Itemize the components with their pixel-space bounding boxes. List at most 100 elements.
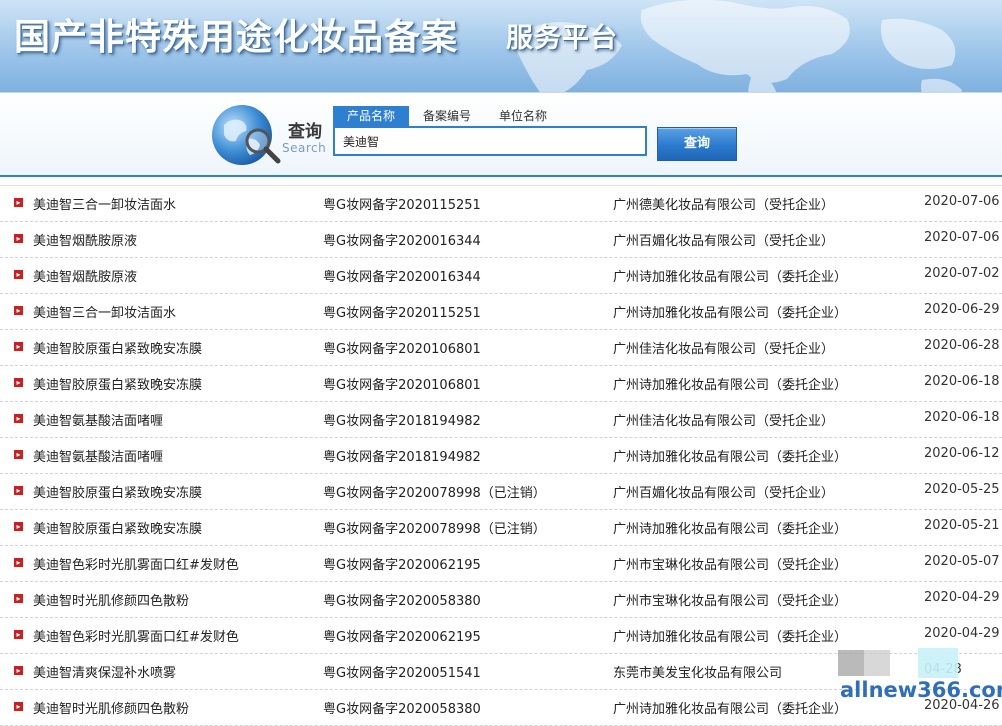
company-name-link[interactable]: 广州佳洁化妆品有限公司（受托企业）: [613, 410, 834, 429]
record-number-link[interactable]: 粤G妆网备字2020058380: [323, 698, 481, 717]
record-number-link[interactable]: 粤G妆网备字2018194982: [323, 446, 481, 465]
search-input[interactable]: [333, 126, 647, 156]
result-row: ▸ 美迪智时光肌修颜四色散粉 粤G妆网备字2020058380 广州市宝琳化妆品有限公…: [0, 582, 1002, 618]
record-date: 2020-07-02: [924, 266, 1000, 281]
tab-company-name[interactable]: 单位名称: [485, 106, 561, 126]
product-name-link[interactable]: 美迪智胶原蛋白紧致晚安冻膜: [33, 482, 202, 501]
header-banner: 国产非特殊用途化妆品备案 服务平台: [0, 0, 1002, 92]
search-label-en: Search: [282, 141, 327, 155]
arrow-bullet-icon: ▸: [14, 198, 23, 207]
record-date: 2020-07-06: [924, 230, 1000, 245]
result-row: ▸ 美迪智色彩时光肌雾面口红#发财色 粤G妆网备字2020062195 广州市宝琳化妆…: [0, 546, 1002, 582]
arrow-bullet-icon: ▸: [14, 594, 23, 603]
record-number-link[interactable]: 粤G妆网备字2020062195: [323, 554, 481, 573]
record-number-link[interactable]: 粤G妆网备字2020058380: [323, 590, 481, 609]
record-number-link[interactable]: 粤G妆网备字2020106801: [323, 338, 481, 357]
result-row: ▸ 美迪智胶原蛋白紧致晚安冻膜 粤G妆网备字2020078998（已注销） 广州诗加雅…: [0, 510, 1002, 546]
product-name-link[interactable]: 美迪智烟酰胺原液: [33, 230, 137, 249]
company-name-link[interactable]: 广州百媚化妆品有限公司（受托企业）: [613, 230, 834, 249]
arrow-bullet-icon: ▸: [14, 378, 23, 387]
result-row: ▸ 美迪智三合一卸妆洁面水 粤G妆网备字2020115251 广州德美化妆品有限公司（…: [0, 185, 1002, 222]
arrow-bullet-icon: ▸: [14, 522, 23, 531]
product-name-link[interactable]: 美迪智色彩时光肌雾面口红#发财色: [33, 554, 239, 573]
company-name-link[interactable]: 广州诗加雅化妆品有限公司（委托企业）: [613, 302, 847, 321]
record-date: 2020-05-21: [924, 518, 1000, 533]
arrow-bullet-icon: ▸: [14, 630, 23, 639]
watermark-block: [864, 650, 890, 676]
product-name-link[interactable]: 美迪智氨基酸洁面啫喱: [33, 446, 163, 465]
arrow-bullet-icon: ▸: [14, 486, 23, 495]
record-date: 2020-06-18: [924, 410, 1000, 425]
search-label: 查询: [288, 122, 322, 142]
record-number-link[interactable]: 粤G妆网备字2020078998（已注销）: [323, 482, 546, 501]
record-date: 2020-06-12: [924, 446, 1000, 461]
record-number-link[interactable]: 粤G妆网备字2018194982: [323, 410, 481, 429]
tab-record-number[interactable]: 备案编号: [409, 106, 485, 126]
arrow-bullet-icon: ▸: [14, 342, 23, 351]
arrow-bullet-icon: ▸: [14, 666, 23, 675]
watermark: allnew366.com: [794, 648, 1002, 710]
company-name-link[interactable]: 广州诗加雅化妆品有限公司（委托企业）: [613, 374, 847, 393]
product-name-link[interactable]: 美迪智时光肌修颜四色散粉: [33, 698, 189, 717]
record-date: 2020-05-07: [924, 554, 1000, 569]
company-name-link[interactable]: 广州市宝琳化妆品有限公司（受托企业）: [613, 590, 847, 609]
company-name-link[interactable]: 广州百媚化妆品有限公司（受托企业）: [613, 482, 834, 501]
results-list: ▸ 美迪智三合一卸妆洁面水 粤G妆网备字2020115251 广州德美化妆品有限公司（…: [0, 185, 1002, 726]
result-row: ▸ 美迪智胶原蛋白紧致晚安冻膜 粤G妆网备字2020078998（已注销） 广州百媚化…: [0, 474, 1002, 510]
record-number-link[interactable]: 粤G妆网备字2020106801: [323, 374, 481, 393]
record-date: 2020-07-06: [924, 194, 1000, 209]
product-name-link[interactable]: 美迪智三合一卸妆洁面水: [33, 194, 176, 213]
record-date: 2020-06-29: [924, 302, 1000, 317]
record-date: 2020-06-18: [924, 374, 1000, 389]
record-number-link[interactable]: 粤G妆网备字2020016344: [323, 230, 481, 249]
record-date: 2020-04-29: [924, 590, 1000, 605]
result-row: ▸ 美迪智氨基酸洁面啫喱 粤G妆网备字2018194982 广州诗加雅化妆品有限公司（…: [0, 438, 1002, 474]
product-name-link[interactable]: 美迪智三合一卸妆洁面水: [33, 302, 176, 321]
arrow-bullet-icon: ▸: [14, 450, 23, 459]
result-row: ▸ 美迪智胶原蛋白紧致晚安冻膜 粤G妆网备字2020106801 广州佳洁化妆品有限公…: [0, 330, 1002, 366]
company-name-link[interactable]: 东莞市美发宝化妆品有限公司: [613, 662, 782, 681]
product-name-link[interactable]: 美迪智烟酰胺原液: [33, 266, 137, 285]
product-name-link[interactable]: 美迪智清爽保湿补水喷雾: [33, 662, 176, 681]
product-name-link[interactable]: 美迪智氨基酸洁面啫喱: [33, 410, 163, 429]
product-name-link[interactable]: 美迪智胶原蛋白紧致晚安冻膜: [33, 374, 202, 393]
record-number-link[interactable]: 粤G妆网备字2020062195: [323, 626, 481, 645]
record-number-link[interactable]: 粤G妆网备字2020115251: [323, 302, 481, 321]
arrow-bullet-icon: ▸: [14, 558, 23, 567]
result-row: ▸ 美迪智氨基酸洁面啫喱 粤G妆网备字2018194982 广州佳洁化妆品有限公司（受…: [0, 402, 1002, 438]
search-type-tabs: 产品名称 备案编号 单位名称: [333, 106, 561, 126]
record-date: 2020-05-25: [924, 482, 1000, 497]
company-name-link[interactable]: 广州佳洁化妆品有限公司（受托企业）: [613, 338, 834, 357]
watermark-block: [918, 648, 958, 678]
company-name-link[interactable]: 广州诗加雅化妆品有限公司（委托企业）: [613, 446, 847, 465]
record-number-link[interactable]: 粤G妆网备字2020051541: [323, 662, 481, 681]
company-name-link[interactable]: 广州诗加雅化妆品有限公司（委托企业）: [613, 518, 847, 537]
company-name-link[interactable]: 广州诗加雅化妆品有限公司（委托企业）: [613, 266, 847, 285]
record-date: 2020-06-28: [924, 338, 1000, 353]
result-row: ▸ 美迪智三合一卸妆洁面水 粤G妆网备字2020115251 广州诗加雅化妆品有限公司…: [0, 294, 1002, 330]
product-name-link[interactable]: 美迪智时光肌修颜四色散粉: [33, 590, 189, 609]
result-row: ▸ 美迪智烟酰胺原液 粤G妆网备字2020016344 广州诗加雅化妆品有限公司（委托…: [0, 258, 1002, 294]
product-name-link[interactable]: 美迪智胶原蛋白紧致晚安冻膜: [33, 518, 202, 537]
product-name-link[interactable]: 美迪智胶原蛋白紧致晚安冻膜: [33, 338, 202, 357]
record-number-link[interactable]: 粤G妆网备字2020115251: [323, 194, 481, 213]
company-name-link[interactable]: 广州德美化妆品有限公司（受托企业）: [613, 194, 834, 213]
site-title: 国产非特殊用途化妆品备案: [14, 16, 459, 58]
search-button[interactable]: 查询: [657, 127, 737, 161]
record-date: 2020-04-29: [924, 626, 1000, 641]
company-name-link[interactable]: 广州市宝琳化妆品有限公司（受托企业）: [613, 554, 847, 573]
globe-search-icon: [212, 105, 281, 165]
company-name-link[interactable]: 广州诗加雅化妆品有限公司（委托企业）: [613, 626, 847, 645]
arrow-bullet-icon: ▸: [14, 306, 23, 315]
product-name-link[interactable]: 美迪智色彩时光肌雾面口红#发财色: [33, 626, 239, 645]
record-number-link[interactable]: 粤G妆网备字2020078998（已注销）: [323, 518, 546, 537]
arrow-bullet-icon: ▸: [14, 234, 23, 243]
arrow-bullet-icon: ▸: [14, 702, 23, 711]
arrow-bullet-icon: ▸: [14, 414, 23, 423]
watermark-block: [838, 650, 864, 676]
arrow-bullet-icon: ▸: [14, 270, 23, 279]
watermark-text: allnew366.com: [840, 678, 1002, 702]
search-panel: 查询 Search 产品名称 备案编号 单位名称 查询: [0, 92, 1002, 177]
tab-product-name[interactable]: 产品名称: [333, 106, 410, 126]
record-number-link[interactable]: 粤G妆网备字2020016344: [323, 266, 481, 285]
